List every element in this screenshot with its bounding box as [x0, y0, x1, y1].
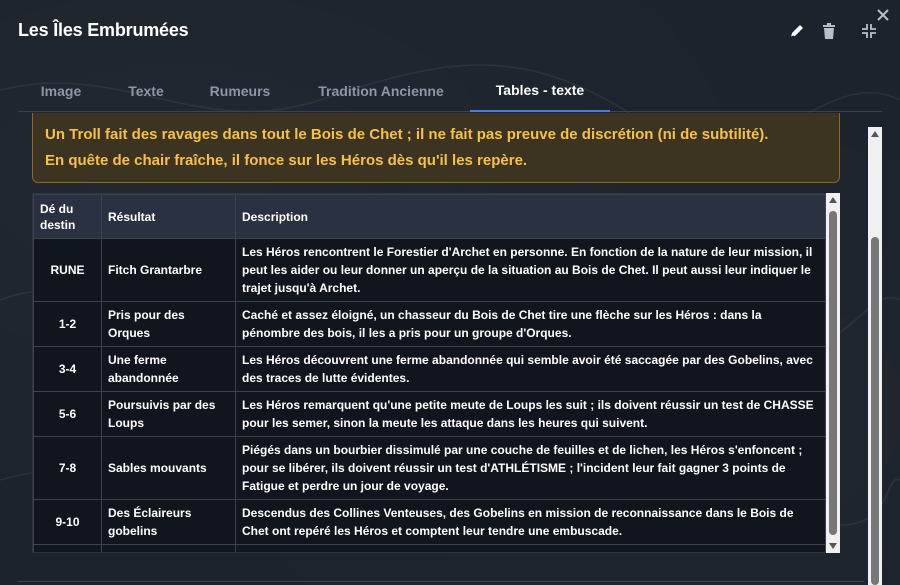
- cell-result: Fitch Grantarbre: [101, 238, 236, 302]
- cell-description: Descendus des Collines Venteuses, des Go…: [235, 499, 826, 545]
- table-row: 9-10 Des Éclaireurs gobelins Descendus d…: [33, 499, 826, 545]
- callout-line-1: Un Troll fait des ravages dans tout le B…: [45, 126, 769, 143]
- scroll-up-arrow-icon[interactable]: [871, 131, 879, 137]
- pencil-icon[interactable]: [788, 22, 806, 40]
- window-header: Les Îles Embrumées: [0, 0, 900, 62]
- table-row: 11 Le Troll des Un Troll fait des ravage…: [33, 544, 826, 552]
- tab-texte[interactable]: Texte: [118, 70, 174, 112]
- header-result: Résultat: [101, 194, 236, 239]
- content-panel: Un Troll fait des ravages dans tout le B…: [18, 113, 864, 585]
- scrollbar-thumb[interactable]: [871, 237, 879, 585]
- scrollbar-thumb[interactable]: [829, 211, 837, 535]
- cell-roll: 5-6: [33, 391, 102, 437]
- cell-roll: 9-10: [33, 499, 102, 545]
- table-row: 3-4 Une ferme abandonnée Les Héros décou…: [33, 346, 826, 392]
- table-row: 1-2 Pris pour des Orques Caché et assez …: [33, 301, 826, 347]
- cell-roll: RUNE: [33, 238, 102, 302]
- divider: [18, 581, 864, 582]
- table-header-row: Dé du destin Résultat Description: [33, 194, 826, 239]
- table-row: 5-6 Poursuivis par des Loups Les Héros r…: [33, 391, 826, 437]
- tab-tradition-ancienne[interactable]: Tradition Ancienne: [306, 70, 456, 112]
- window-title: Les Îles Embrumées: [18, 20, 189, 40]
- cell-result: Pris pour des Orques: [101, 301, 236, 347]
- cell-description: Caché et assez éloigné, un chasseur du B…: [235, 301, 826, 347]
- cell-result: Le Troll des: [101, 544, 236, 552]
- random-table: Dé du destin Résultat Description RUNE F…: [32, 193, 840, 553]
- trash-icon[interactable]: [820, 22, 838, 40]
- cell-result: Une ferme abandonnée: [101, 346, 236, 392]
- cell-description: Les Héros rencontrent le Forestier d'Arc…: [235, 238, 826, 302]
- tab-rumeurs[interactable]: Rumeurs: [200, 70, 280, 112]
- table-scrollbar[interactable]: [826, 193, 840, 553]
- header-roll: Dé du destin: [33, 194, 102, 239]
- scroll-up-arrow-icon[interactable]: [829, 197, 837, 203]
- cell-result: Sables mouvants: [101, 436, 236, 500]
- table-row: RUNE Fitch Grantarbre Les Héros rencontr…: [33, 238, 826, 302]
- callout-line-2: En quête de chair fraîche, il fonce sur …: [45, 152, 528, 169]
- cell-roll: 11: [33, 544, 102, 552]
- close-icon[interactable]: [876, 8, 890, 22]
- scroll-down-arrow-icon[interactable]: [829, 543, 837, 549]
- cell-roll: 1-2: [33, 301, 102, 347]
- collapse-icon[interactable]: [860, 22, 878, 40]
- tab-tables-texte[interactable]: Tables - texte: [470, 70, 610, 112]
- cell-description: Piégés dans un bourbier dissimulé par un…: [235, 436, 826, 500]
- tab-image[interactable]: Image: [28, 70, 94, 112]
- table-row: 7-8 Sables mouvants Piégés dans un bourb…: [33, 436, 826, 500]
- cell-result: Des Éclaireurs gobelins: [101, 499, 236, 545]
- cell-result: Poursuivis par des Loups: [101, 391, 236, 437]
- callout-box: Un Troll fait des ravages dans tout le B…: [32, 113, 840, 183]
- cell-roll: 3-4: [33, 346, 102, 392]
- panel-scrollbar[interactable]: [868, 127, 882, 585]
- tab-bar: Image Texte Rumeurs Tradition Ancienne T…: [18, 70, 882, 112]
- cell-roll: 7-8: [33, 436, 102, 500]
- header-description: Description: [235, 194, 826, 239]
- cell-description: Les Héros remarquent qu'une petite meute…: [235, 391, 826, 437]
- cell-description: Un Troll fait des ravages dans tout le B…: [235, 544, 826, 552]
- cell-description: Les Héros découvrent une ferme abandonné…: [235, 346, 826, 392]
